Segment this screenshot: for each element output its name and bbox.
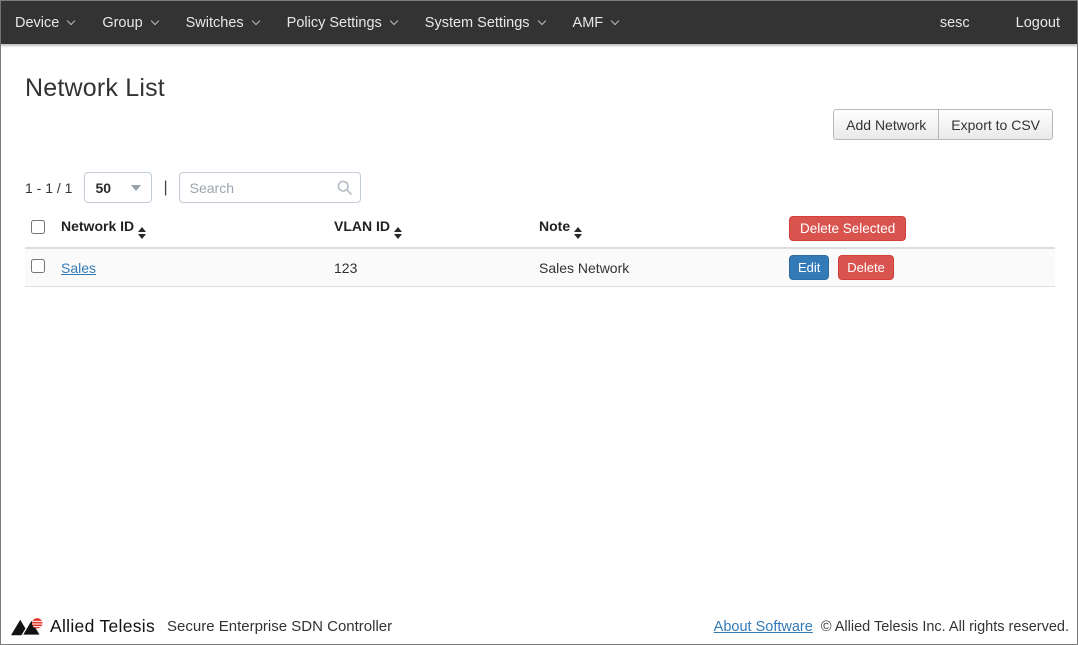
column-header-actions: Delete Selected bbox=[789, 210, 1055, 248]
network-id-link[interactable]: Sales bbox=[61, 260, 96, 276]
chevron-down-icon bbox=[67, 17, 75, 25]
allied-telesis-logo-icon bbox=[11, 616, 44, 638]
nav-item-label: Policy Settings bbox=[287, 15, 382, 31]
product-name: Secure Enterprise SDN Controller bbox=[167, 618, 392, 635]
page-size-value: 50 bbox=[95, 180, 111, 196]
top-navbar: Device Group Switches Policy Settings Sy… bbox=[1, 1, 1077, 44]
vlan-id-cell: 123 bbox=[334, 248, 539, 287]
table-row: Sales 123 Sales Network Edit Delete bbox=[25, 248, 1055, 287]
brand-wordmark: Allied Telesis bbox=[50, 616, 155, 637]
app-window: Device Group Switches Policy Settings Sy… bbox=[0, 0, 1078, 645]
nav-item-amf[interactable]: AMF bbox=[559, 1, 633, 44]
add-network-button[interactable]: Add Network bbox=[833, 109, 939, 140]
sort-icon[interactable] bbox=[574, 227, 582, 239]
logged-in-username: sesc bbox=[926, 15, 984, 31]
sort-icon[interactable] bbox=[394, 227, 402, 239]
table-header-row: Network ID VLAN ID Note Delete Selected bbox=[25, 210, 1055, 248]
select-all-checkbox[interactable] bbox=[31, 220, 45, 234]
footer-right: About Software © Allied Telesis Inc. All… bbox=[714, 619, 1069, 635]
row-checkbox[interactable] bbox=[31, 259, 45, 273]
page-title: Network List bbox=[25, 74, 1053, 103]
chevron-down-icon bbox=[251, 17, 259, 25]
logout-link[interactable]: Logout bbox=[984, 15, 1062, 31]
dropdown-caret-icon bbox=[131, 185, 141, 191]
search-input[interactable] bbox=[179, 172, 361, 203]
column-header-network-id[interactable]: Network ID bbox=[61, 210, 334, 248]
controls-separator: | bbox=[163, 179, 167, 197]
list-controls: 1 - 1 / 1 50 | bbox=[25, 172, 1053, 203]
nav-item-label: System Settings bbox=[425, 15, 530, 31]
column-header-label: Note bbox=[539, 218, 570, 234]
column-header-note[interactable]: Note bbox=[539, 210, 789, 248]
pagination-range: 1 - 1 / 1 bbox=[25, 180, 72, 196]
chevron-down-icon bbox=[537, 17, 545, 25]
nav-item-label: AMF bbox=[573, 15, 604, 31]
chevron-down-icon bbox=[611, 17, 619, 25]
column-header-label: VLAN ID bbox=[334, 218, 390, 234]
sort-icon[interactable] bbox=[138, 227, 146, 239]
nav-item-group[interactable]: Group bbox=[88, 1, 171, 44]
delete-button[interactable]: Delete bbox=[838, 255, 894, 280]
footer: Allied Telesis Secure Enterprise SDN Con… bbox=[1, 609, 1077, 644]
nav-item-label: Group bbox=[102, 15, 142, 31]
search-box bbox=[179, 172, 361, 203]
about-software-link[interactable]: About Software bbox=[714, 619, 813, 635]
nav-item-label: Switches bbox=[186, 15, 244, 31]
edit-button[interactable]: Edit bbox=[789, 255, 829, 280]
nav-item-device[interactable]: Device bbox=[13, 1, 88, 44]
main-content: Network List Add Network Export to CSV 1… bbox=[1, 44, 1077, 609]
nav-item-system-settings[interactable]: System Settings bbox=[411, 1, 559, 44]
nav-item-label: Device bbox=[15, 15, 59, 31]
network-table: Network ID VLAN ID Note Delete Selected bbox=[25, 210, 1055, 287]
nav-item-switches[interactable]: Switches bbox=[172, 1, 273, 44]
chevron-down-icon bbox=[390, 17, 398, 25]
chevron-down-icon bbox=[150, 17, 158, 25]
column-header-vlan-id[interactable]: VLAN ID bbox=[334, 210, 539, 248]
copyright-text: © Allied Telesis Inc. All rights reserve… bbox=[821, 619, 1069, 635]
nav-item-policy-settings[interactable]: Policy Settings bbox=[273, 1, 411, 44]
delete-selected-button[interactable]: Delete Selected bbox=[789, 216, 906, 241]
navbar-right: sesc Logout bbox=[926, 15, 1062, 31]
column-header-label: Network ID bbox=[61, 218, 134, 234]
page-size-dropdown[interactable]: 50 bbox=[84, 172, 152, 203]
export-to-csv-button[interactable]: Export to CSV bbox=[938, 109, 1053, 140]
note-cell: Sales Network bbox=[539, 248, 789, 287]
toolbar: Add Network Export to CSV bbox=[25, 109, 1053, 140]
